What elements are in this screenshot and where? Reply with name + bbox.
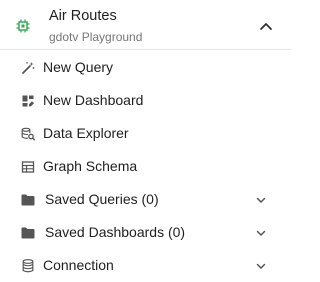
database-icon <box>21 259 35 273</box>
menu-item-graph-schema[interactable]: Graph Schema <box>0 150 291 183</box>
menu-item-label: Saved Dashboards (0) <box>45 224 186 240</box>
menu-item-saved-dashboards[interactable]: Saved Dashboards (0) <box>0 216 291 249</box>
chevron-down-icon[interactable] <box>255 227 267 239</box>
menu-item-label: Saved Queries (0) <box>45 191 159 207</box>
menu-item-new-dashboard[interactable]: New Dashboard <box>0 84 291 117</box>
folder-icon <box>21 226 35 240</box>
magic-wand-icon <box>21 61 35 75</box>
data-search-icon <box>21 127 35 141</box>
table-schema-icon <box>21 160 35 174</box>
chevron-up-icon <box>260 23 272 30</box>
folder-icon <box>21 193 35 207</box>
connection-panel: Air Routes gdotv Playground New Query Ne… <box>0 0 291 281</box>
menu-item-label: New Dashboard <box>43 92 144 108</box>
menu-item-label: Data Explorer <box>43 125 129 141</box>
menu-item-label: Connection <box>43 257 114 273</box>
chevron-down-icon[interactable] <box>255 260 267 272</box>
menu-item-saved-queries[interactable]: Saved Queries (0) <box>0 183 291 216</box>
connection-title: Air Routes <box>49 8 117 24</box>
connection-header[interactable]: Air Routes gdotv Playground <box>0 0 291 50</box>
dashboard-icon <box>21 94 35 108</box>
collapse-button[interactable] <box>252 14 280 38</box>
chevron-down-icon[interactable] <box>255 194 267 206</box>
menu-item-label: New Query <box>43 59 114 75</box>
menu-item-data-explorer[interactable]: Data Explorer <box>0 117 291 150</box>
database-chip-icon <box>16 19 30 33</box>
connection-subtitle: gdotv Playground <box>49 30 143 44</box>
menu-item-connection[interactable]: Connection <box>0 249 291 282</box>
menu-item-new-query[interactable]: New Query <box>0 51 291 84</box>
menu-item-label: Graph Schema <box>43 158 138 174</box>
